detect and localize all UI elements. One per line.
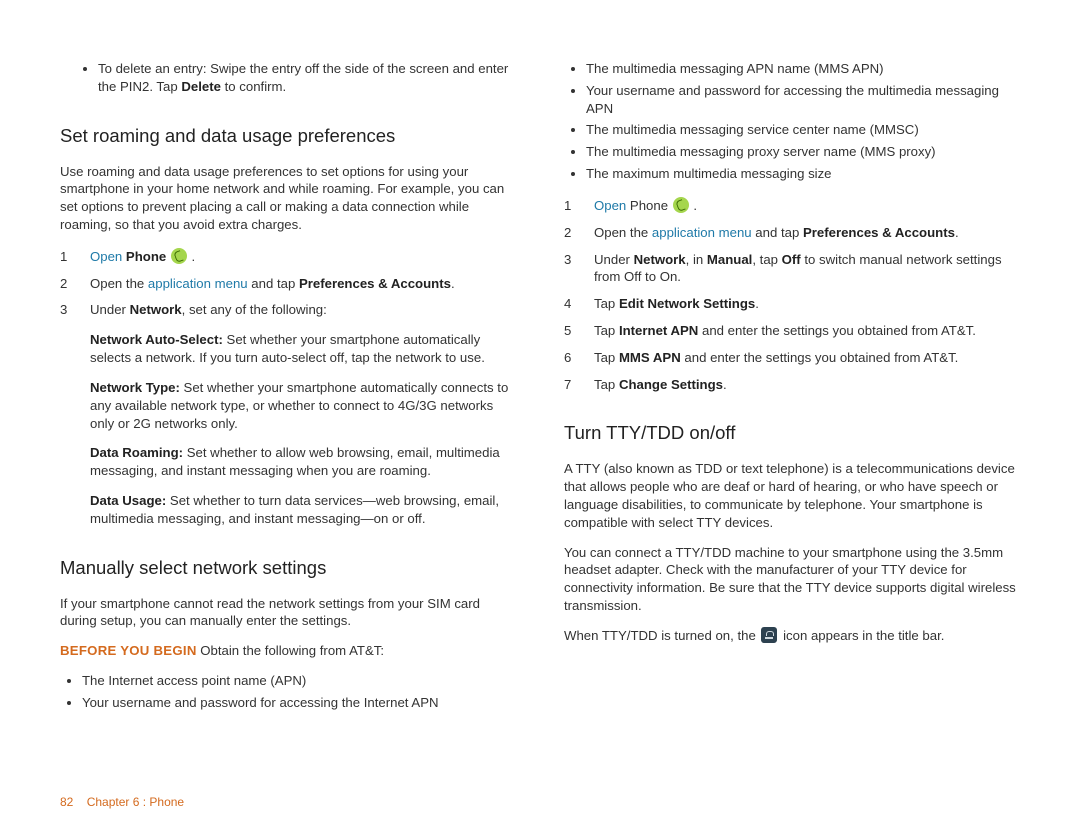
mstep-internet-apn: Tap Internet APN and enter the settings … — [564, 322, 1020, 340]
before-you-begin: BEFORE YOU BEGIN Obtain the following fr… — [60, 642, 516, 660]
heading-tty: Turn TTY/TDD on/off — [564, 421, 1020, 446]
left-column: To delete an entry: Swipe the entry off … — [60, 56, 516, 776]
heading-manual-network: Manually select network settings — [60, 556, 516, 581]
page-footer: 82 Chapter 6 : Phone — [60, 776, 1020, 810]
roaming-steps: Open Phone . Open the application menu a… — [60, 248, 516, 528]
manual-page: To delete an entry: Swipe the entry off … — [0, 0, 1080, 834]
bullet-mms-proxy: The multimedia messaging proxy server na… — [586, 143, 1020, 161]
tty-icon — [761, 627, 777, 643]
tty-p2: You can connect a TTY/TDD machine to you… — [564, 544, 1020, 615]
chapter-label: Chapter 6 : Phone — [87, 795, 184, 809]
page-number: 82 — [60, 795, 73, 809]
mstep-mms-apn: Tap MMS APN and enter the settings you o… — [564, 349, 1020, 367]
roaming-intro: Use roaming and data usage preferences t… — [60, 163, 516, 234]
mstep-open-phone: Open Phone . — [564, 197, 1020, 215]
bullet-mmsc: The multimedia messaging service center … — [586, 121, 1020, 139]
bullet-mms-size: The maximum multimedia messaging size — [586, 165, 1020, 183]
byb-bullets-left: The Internet access point name (APN) You… — [60, 672, 516, 712]
heading-roaming-prefs: Set roaming and data usage preferences — [60, 124, 516, 149]
mstep-open-app-menu: Open the application menu and tap Prefer… — [564, 224, 1020, 242]
tty-p1: A TTY (also known as TDD or text telepho… — [564, 460, 1020, 531]
mstep-manual-off: Under Network, in Manual, tap Off to swi… — [564, 251, 1020, 287]
step-under-network: Under Network, set any of the following:… — [60, 301, 516, 527]
manual-network-steps: Open Phone . Open the application menu a… — [564, 197, 1020, 394]
mstep-edit-network: Tap Edit Network Settings. — [564, 295, 1020, 313]
bullet-mms-apn: The multimedia messaging APN name (MMS A… — [586, 60, 1020, 78]
right-column: The multimedia messaging APN name (MMS A… — [564, 56, 1020, 776]
byb-bullets-right: The multimedia messaging APN name (MMS A… — [564, 60, 1020, 183]
bullet-creds: Your username and password for accessing… — [82, 694, 516, 712]
bullet-apn: The Internet access point name (APN) — [82, 672, 516, 690]
phone-icon — [673, 197, 689, 213]
step-open-app-menu: Open the application menu and tap Prefer… — [60, 275, 516, 293]
step-open-phone: Open Phone . — [60, 248, 516, 266]
tty-p3: When TTY/TDD is turned on, the icon appe… — [564, 627, 1020, 645]
manual-intro: If your smartphone cannot read the netwo… — [60, 595, 516, 631]
mstep-change-settings: Tap Change Settings. — [564, 376, 1020, 394]
network-options: Network Auto-Select: Set whether your sm… — [90, 331, 516, 527]
bullet-mms-creds: Your username and password for accessing… — [586, 82, 1020, 118]
two-column-layout: To delete an entry: Swipe the entry off … — [60, 56, 1020, 776]
bullet-delete-entry: To delete an entry: Swipe the entry off … — [98, 60, 516, 96]
phone-icon — [171, 248, 187, 264]
continuation-bullets: To delete an entry: Swipe the entry off … — [60, 60, 516, 96]
